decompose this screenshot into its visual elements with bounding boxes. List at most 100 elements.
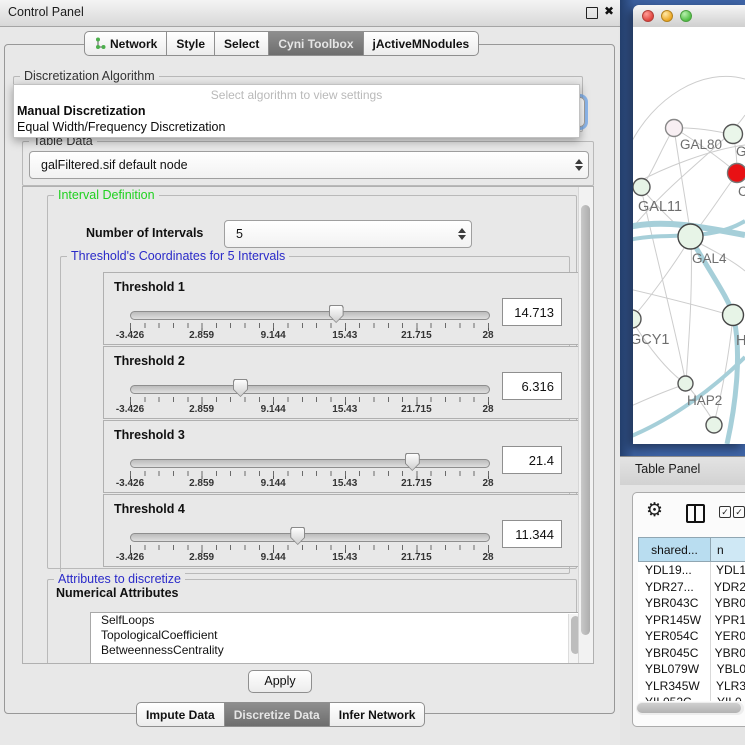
scale-tick-label: 21.715 [401,330,432,341]
numerical-attributes-heading: Numerical Attributes [56,586,178,600]
tab-network[interactable]: Network [84,31,167,56]
tab-impute-data[interactable]: Impute Data [136,702,225,727]
cell-shared-name: YLR345W [638,678,710,695]
slider-handle[interactable] [233,379,248,397]
network-canvas[interactable]: GAL80 G C GAL11 GAL4 GCY1 H HAP2 [633,27,745,444]
tab-discretize-data[interactable]: Discretize Data [225,702,330,727]
list-item[interactable]: SelfLoops [91,613,583,628]
combo-arrows-icon [570,159,588,171]
minimize-traffic-light[interactable] [661,10,673,22]
table-row[interactable]: YER054CYER0 [638,628,745,645]
number-of-intervals-combobox[interactable]: 5 [224,220,472,248]
table-row[interactable]: YIL052CYIL0 [638,694,745,701]
tab-select[interactable]: Select [215,31,269,56]
table-rows[interactable]: YDL19...YDL1YDR27...YDR2YBR043CYBR0YPR14… [638,562,745,701]
apply-button[interactable]: Apply [248,670,312,693]
zoom-traffic-light[interactable] [680,10,692,22]
table-row[interactable]: YBL079WYBL0 [638,661,745,678]
scrollbar-thumb[interactable] [581,205,590,635]
threshold-4-panel: Threshold 4 -3.4262.8599.14415.4321.7152… [103,494,594,567]
label-gal4: GAL4 [692,251,727,266]
threshold-2-panel: Threshold 2 -3.4262.8599.14415.4321.7152… [103,346,594,419]
dropdown-item-manual-discretization[interactable]: Manual Discretization [14,103,579,119]
threshold-1-value-field[interactable] [502,298,562,326]
threshold-label: Threshold 4 [114,502,185,516]
node-gcy1[interactable] [633,310,641,328]
list-item[interactable]: BetweennessCentrality [91,643,583,658]
table-row[interactable]: YDR27...YDR2 [638,579,745,596]
scale-tick-label: 15.43 [332,404,357,415]
threshold-2-slider[interactable] [130,377,488,399]
slider-track[interactable] [130,459,490,468]
threshold-1-slider[interactable] [130,303,488,325]
group-title: Interval Definition [54,188,159,202]
combo-arrows-icon [453,228,471,240]
threshold-3-slider[interactable] [130,451,488,473]
cell-shared-name: YDL19... [638,562,710,579]
dropdown-placeholder-item[interactable]: Select algorithm to view settings [14,87,579,103]
cell-name: YIL0 [711,694,742,701]
close-traffic-light[interactable] [642,10,654,22]
slider-handle[interactable] [405,453,420,471]
cell-name: YBR0 [709,595,745,612]
column-divider [710,562,711,701]
node-gal11[interactable] [633,179,650,196]
node-selected-red[interactable] [728,164,745,183]
split-columns-icon[interactable] [686,504,705,523]
threshold-4-value-field[interactable] [502,520,562,548]
slider-scale-labels: -3.4262.8599.14415.4321.71528 [130,552,488,563]
float-window-icon[interactable] [586,7,598,19]
node-bottom[interactable] [706,417,722,433]
scale-tick-label: 2.859 [189,478,214,489]
slider-track[interactable] [130,533,490,542]
slider-scale-labels: -3.4262.8599.14415.4321.71528 [130,478,488,489]
numerical-attributes-list[interactable]: SelfLoopsTopologicalCoefficientBetweenne… [90,612,584,664]
label-gal80: GAL80 [680,137,722,152]
pane-scrollbar[interactable] [578,187,593,663]
column-header-name[interactable]: n [711,537,745,562]
column-header-shared[interactable]: shared... [638,537,711,562]
network-nodes [633,120,745,434]
slider-handle[interactable] [329,305,344,323]
table-row[interactable]: YDL19...YDL1 [638,562,745,579]
node-gal80[interactable] [666,120,683,137]
tab-cyni-toolbox[interactable]: Cyni Toolbox [269,31,363,56]
slider-handle[interactable] [290,527,305,545]
intervals-count-value: 5 [225,227,453,241]
slider-track[interactable] [130,385,490,394]
node-hap2[interactable] [678,376,693,391]
network-window-titlebar[interactable] [633,5,745,28]
node-gal4[interactable] [678,224,703,249]
table-row[interactable]: YPR145WYPR1 [638,612,745,629]
threshold-label: Threshold 2 [114,354,185,368]
table-row[interactable]: YBR045CYBR0 [638,645,745,662]
slider-track[interactable] [130,311,490,320]
gear-icon[interactable]: ⚙ [646,500,663,522]
table-row[interactable]: YLR345WYLR3 [638,678,745,695]
horizontal-scrollbar[interactable] [636,702,744,715]
threshold-3-value-field[interactable] [502,446,562,474]
tab-jactivemnodules[interactable]: jActiveMNodules [364,31,480,56]
cell-name: YLR3 [710,678,745,695]
scale-tick-label: 9.144 [261,404,286,415]
cell-shared-name: YBR045C [638,645,709,662]
tab-label: Network [110,37,157,51]
threshold-label: Threshold 3 [114,428,185,442]
scrollbar-thumb[interactable] [637,703,741,713]
close-icon[interactable]: ✖ [604,4,614,18]
table-row[interactable]: YBR043CYBR0 [638,595,745,612]
threshold-4-slider[interactable] [130,525,488,547]
checkbox-icon[interactable]: ✓ [719,506,731,518]
threshold-2-value-field[interactable] [502,372,562,400]
label-h-clipped: H [736,333,745,349]
table-data-combobox[interactable]: galFiltered.sif default node [29,151,589,179]
tab-infer-network[interactable]: Infer Network [330,702,426,727]
checkbox-icon[interactable]: ✓ [733,506,745,518]
thresholds-group: Threshold's Coordinates for 5 Intervals … [60,256,570,574]
list-item[interactable]: TopologicalCoefficient [91,628,583,643]
node-h[interactable] [723,305,744,326]
dropdown-item-equal-width-frequency[interactable]: Equal Width/Frequency Discretization [14,119,579,135]
bottom-tab-bar: Impute Data Discretize Data Infer Networ… [136,702,425,727]
tab-style[interactable]: Style [167,31,215,56]
node-top-right[interactable] [724,125,743,144]
